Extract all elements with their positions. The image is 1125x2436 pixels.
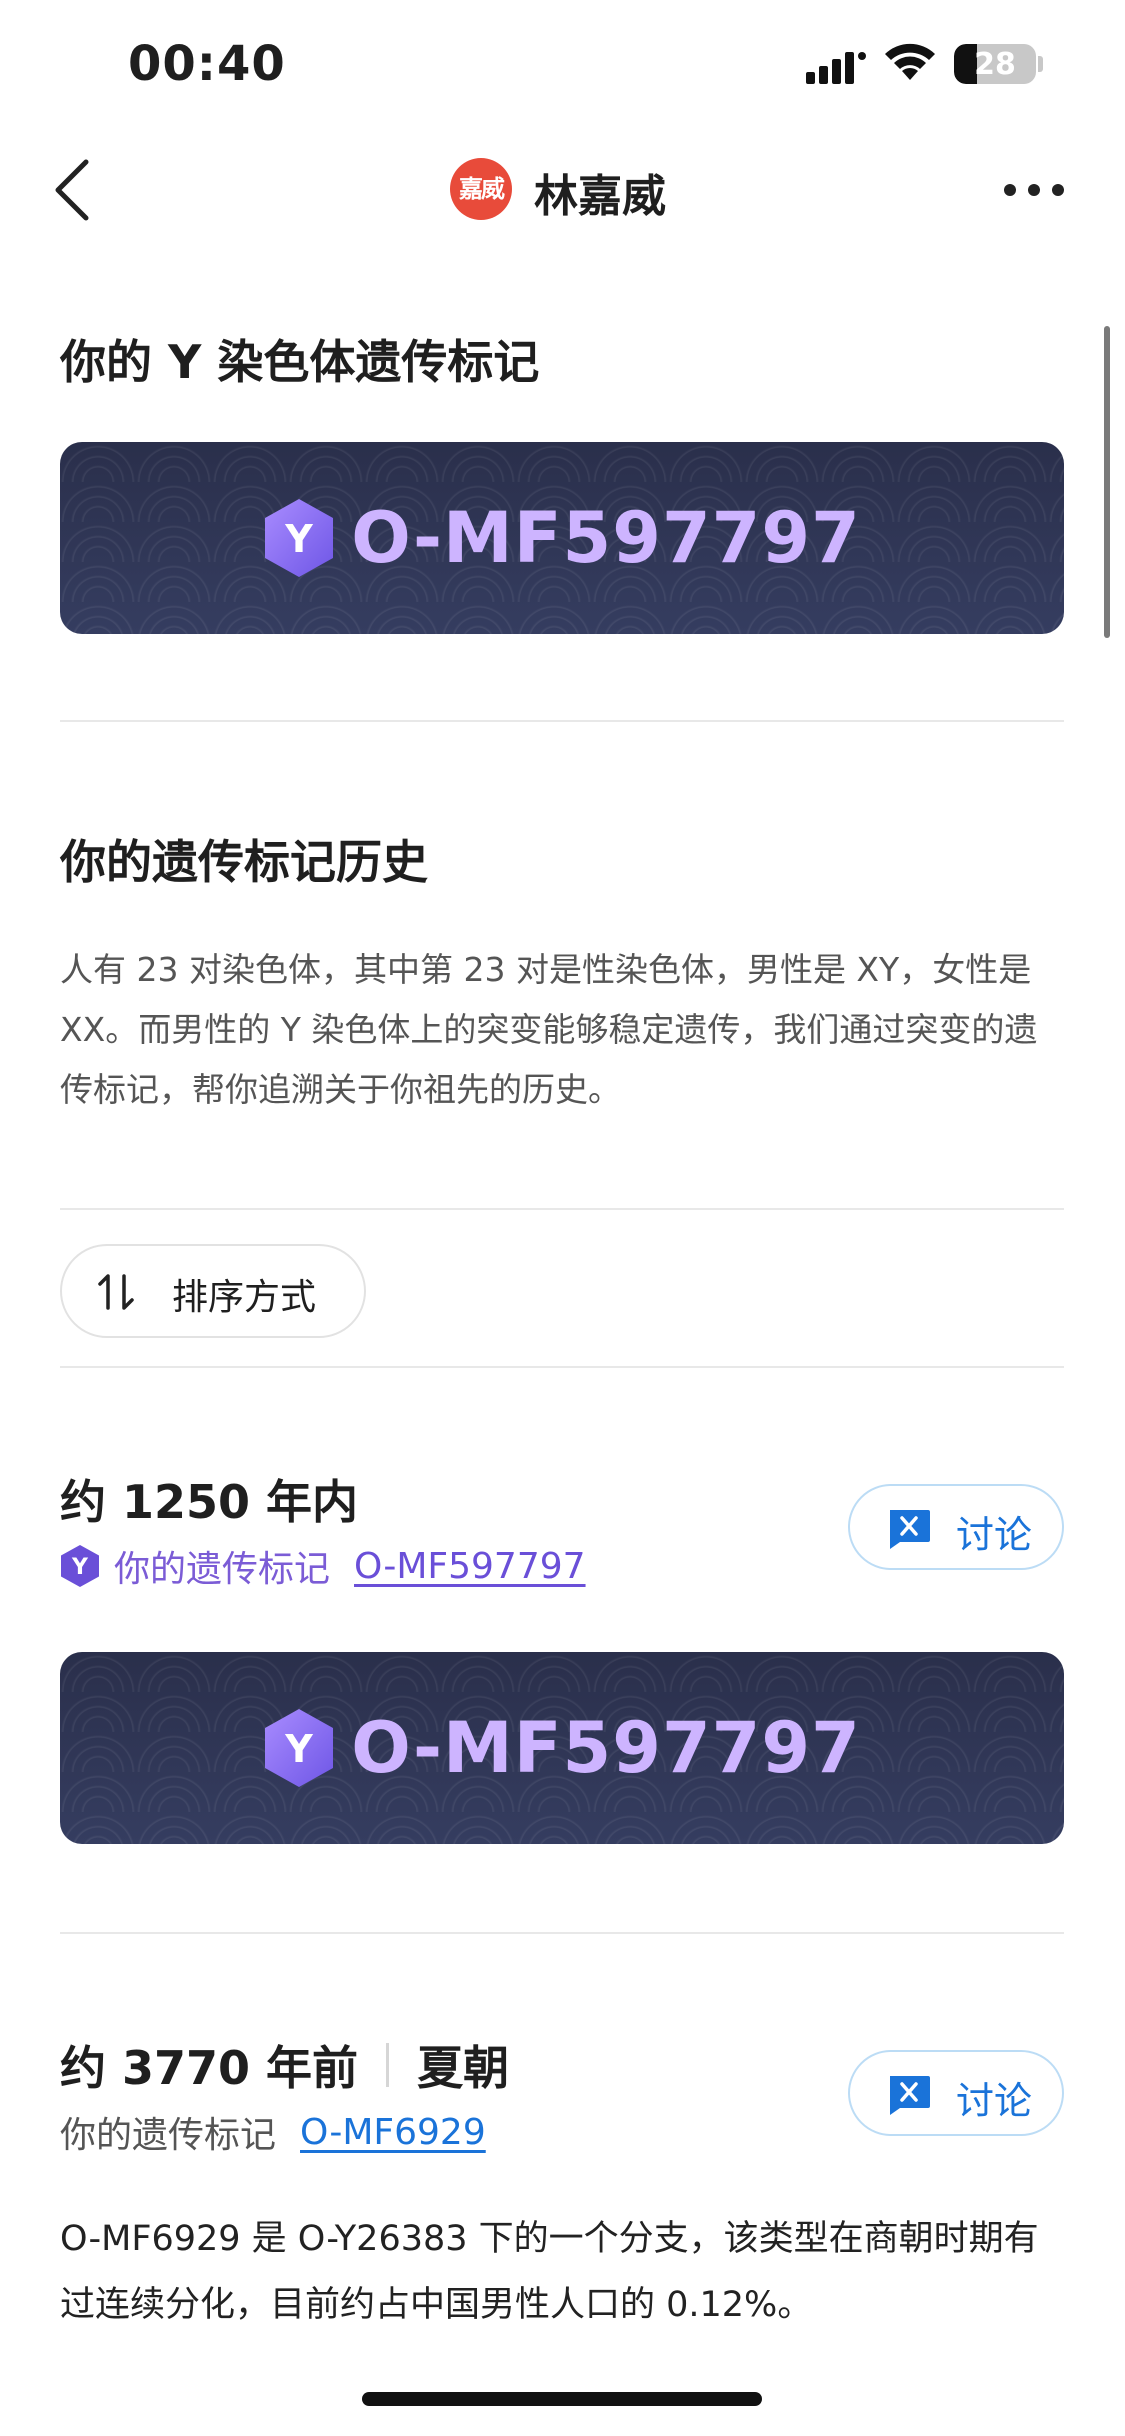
entry-marker-banner: Y O-MF597797 (60, 1652, 1064, 1844)
entry-marker-label: 你的遗传标记 (114, 1549, 331, 1590)
history-description: 人有 23 对染色体，其中第 23 对是性染色体，男性是 XY，女性是 XX。而… (60, 950, 1038, 1109)
entry-period: 约 3770 年前 (60, 2041, 359, 2095)
divider (60, 720, 1064, 722)
back-chevron-icon[interactable] (52, 158, 92, 222)
hexagon-badge-text: Y (284, 517, 313, 561)
entry-marker-row: Y 你的遗传标记 O-MF597797 (60, 1540, 586, 1592)
hexagon-badge-text: Y (284, 1727, 313, 1771)
entry-marker-row: 你的遗传标记 O-MF6929 (60, 2106, 486, 2158)
heading-separator (386, 2043, 390, 2087)
discuss-icon (890, 2076, 930, 2115)
discuss-button[interactable]: 讨论 (848, 1484, 1064, 1570)
avatar[interactable]: 嘉威 (450, 158, 512, 220)
battery-tip (1038, 56, 1043, 72)
divider (60, 1932, 1064, 1934)
sort-button[interactable]: 排序方式 (60, 1244, 366, 1338)
discuss-label: 讨论 (956, 2079, 1033, 2123)
history-heading: 你的遗传标记历史 (60, 835, 428, 889)
entry-period: 约 1250 年内 (60, 1475, 359, 1529)
y-hexagon-icon: Y (265, 1709, 334, 1787)
battery-percent: 28 (974, 47, 1016, 82)
entry-banner-code: O-MF597797 (351, 1707, 861, 1789)
y-marker-heading: 你的 Y 染色体遗传标记 (60, 335, 540, 389)
divider (60, 1208, 1064, 1210)
battery-indicator: 28 (954, 44, 1036, 84)
entry-dynasty: 夏朝 (417, 2041, 510, 2095)
y-hexagon-icon: Y (61, 1545, 99, 1587)
entry-description: O-MF6929 是 O-Y26383 下的一个分支，该类型在商朝时期有过连续分… (60, 2219, 1039, 2325)
discuss-button[interactable]: 讨论 (848, 2050, 1064, 2136)
page-title: 林嘉威 (534, 171, 666, 222)
entry-marker-link[interactable]: O-MF6929 (300, 2112, 486, 2153)
discuss-icon (890, 1510, 930, 1549)
cellular-signal-icon (806, 52, 866, 84)
discuss-label: 讨论 (956, 1513, 1033, 1557)
entry-marker-label: 你的遗传标记 (60, 2115, 277, 2156)
sort-label: 排序方式 (172, 1277, 317, 1318)
status-time: 00:40 (128, 36, 286, 92)
y-marker-code: O-MF597797 (351, 497, 861, 579)
more-options-icon[interactable] (1004, 184, 1064, 196)
mini-hexagon-badge-text: Y (71, 1555, 89, 1580)
y-hexagon-icon: Y (265, 499, 334, 577)
sort-icon (98, 1274, 134, 1310)
y-marker-banner: Y O-MF597797 (60, 442, 1064, 634)
home-indicator (362, 2392, 762, 2406)
divider (60, 1366, 1064, 1368)
wifi-icon (885, 43, 935, 80)
entry-heading-row: 约 3770 年前 夏朝 (60, 2032, 509, 2098)
entry-marker-link[interactable]: O-MF597797 (354, 1546, 586, 1587)
scrollbar[interactable] (1104, 326, 1110, 638)
